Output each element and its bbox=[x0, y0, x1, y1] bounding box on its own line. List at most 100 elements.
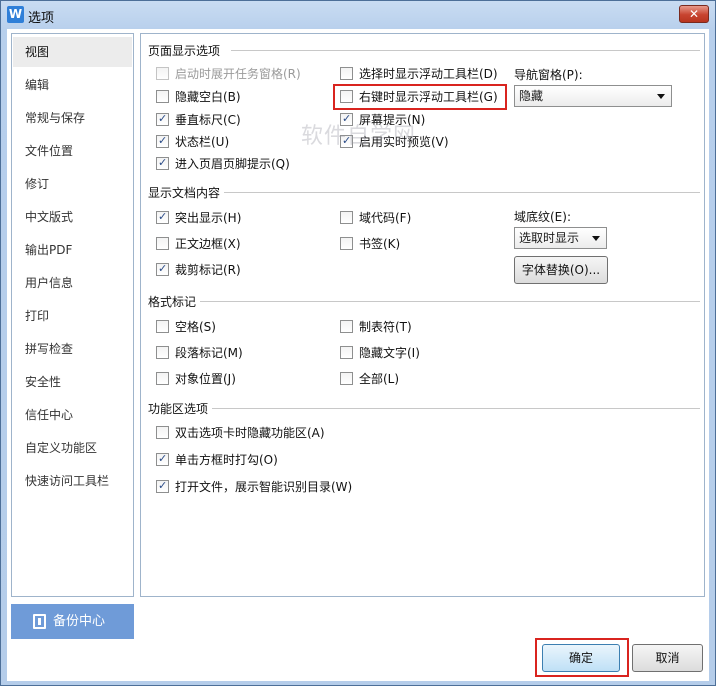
checkbox-bookmarks[interactable]: 书签(K) bbox=[340, 235, 400, 253]
checkbox-expand-task-pane[interactable]: 启动时展开任务窗格(R) bbox=[156, 65, 301, 83]
checkbox-smart-toc[interactable]: 打开文件，展示智能识别目录(W) bbox=[156, 477, 353, 496]
backup-center-button[interactable]: 备份中心 bbox=[11, 604, 134, 639]
backup-center-label: 备份中心 bbox=[53, 614, 106, 629]
checkbox-hide-whitespace[interactable]: 隐藏空白(B) bbox=[156, 88, 241, 106]
checkbox-box bbox=[156, 320, 169, 333]
option-label: 选择时显示浮动工具栏(D) bbox=[359, 67, 498, 81]
option-label: 全部(L) bbox=[359, 372, 400, 386]
option-label: 状态栏(U) bbox=[175, 135, 230, 149]
section-title-page-display: 页面显示选项 bbox=[148, 42, 225, 59]
ok-button[interactable]: 确定 bbox=[542, 644, 620, 672]
checkbox-text-boundaries[interactable]: 正文边框(X) bbox=[156, 235, 241, 253]
section-divider bbox=[221, 192, 700, 193]
backup-icon bbox=[33, 614, 46, 629]
sidebar-item-export-pdf[interactable]: 输出PDF bbox=[13, 235, 132, 265]
option-label: 突出显示(H) bbox=[175, 211, 242, 225]
checkbox-box bbox=[340, 346, 353, 359]
checkbox-object-anchors[interactable]: 对象位置(J) bbox=[156, 370, 236, 388]
cancel-button[interactable]: 取消 bbox=[632, 644, 703, 672]
section-divider bbox=[211, 408, 700, 409]
dialog-title: 选项 bbox=[28, 11, 55, 26]
option-label: 打开文件，展示智能识别目录(W) bbox=[175, 480, 353, 494]
sidebar-item-print[interactable]: 打印 bbox=[13, 301, 132, 331]
checkbox-box bbox=[340, 320, 353, 333]
sidebar-item-general-save[interactable]: 常规与保存 bbox=[13, 103, 132, 133]
options-dialog: W 选项 ✕ 视图 编辑 常规与保存 文件位置 修订 中文版式 输出PDF 用户… bbox=[0, 0, 716, 686]
option-label: 裁剪标记(R) bbox=[175, 263, 241, 277]
checkbox-box bbox=[156, 67, 169, 80]
checkbox-box-checked bbox=[156, 208, 169, 226]
category-sidebar: 视图 编辑 常规与保存 文件位置 修订 中文版式 输出PDF 用户信息 打印 拼… bbox=[11, 33, 134, 597]
section-divider bbox=[231, 50, 700, 51]
sidebar-item-view[interactable]: 视图 bbox=[13, 37, 132, 67]
nav-pane-select[interactable]: 隐藏 bbox=[514, 85, 672, 107]
option-label: 双击选项卡时隐藏功能区(A) bbox=[175, 426, 325, 440]
nav-pane-value: 隐藏 bbox=[519, 89, 544, 103]
checkbox-box bbox=[156, 426, 169, 439]
option-label: 正文边框(X) bbox=[175, 237, 241, 251]
option-label: 空格(S) bbox=[175, 320, 216, 334]
checkbox-box bbox=[340, 211, 353, 224]
checkbox-hidden-text[interactable]: 隐藏文字(I) bbox=[340, 344, 420, 362]
checkbox-vertical-ruler[interactable]: 垂直标尺(C) bbox=[156, 110, 241, 129]
sidebar-item-user-info[interactable]: 用户信息 bbox=[13, 268, 132, 298]
sidebar-item-quick-access-toolbar[interactable]: 快速访问工具栏 bbox=[13, 466, 132, 496]
settings-panel: 页面显示选项 启动时展开任务窗格(R) 隐藏空白(B) 垂直标尺(C) 状态栏(… bbox=[140, 33, 705, 597]
option-label: 书签(K) bbox=[359, 237, 401, 251]
field-shading-select[interactable]: 选取时显示 bbox=[514, 227, 607, 249]
sidebar-item-chinese-layout[interactable]: 中文版式 bbox=[13, 202, 132, 232]
checkbox-box-checked bbox=[156, 132, 169, 150]
checkbox-float-toolbar-select[interactable]: 选择时显示浮动工具栏(D) bbox=[340, 65, 498, 83]
option-label: 单击方框时打勾(O) bbox=[175, 453, 278, 467]
checkbox-paragraph-marks[interactable]: 段落标记(M) bbox=[156, 344, 243, 362]
option-label: 对象位置(J) bbox=[175, 372, 236, 386]
option-label: 垂直标尺(C) bbox=[175, 113, 241, 127]
red-highlight-box bbox=[333, 84, 507, 110]
checkbox-status-bar[interactable]: 状态栏(U) bbox=[156, 132, 230, 151]
option-label: 进入页眉页脚提示(Q) bbox=[175, 157, 290, 171]
checkbox-box-checked bbox=[156, 154, 169, 172]
option-label: 域代码(F) bbox=[359, 211, 412, 225]
sidebar-item-trust-center[interactable]: 信任中心 bbox=[13, 400, 132, 430]
checkbox-box-checked bbox=[156, 260, 169, 278]
watermark: 软件自学网 bbox=[301, 124, 417, 149]
checkbox-crop-marks[interactable]: 裁剪标记(R) bbox=[156, 260, 241, 279]
sidebar-item-security[interactable]: 安全性 bbox=[13, 367, 132, 397]
sidebar-item-edit[interactable]: 编辑 bbox=[13, 70, 132, 100]
sidebar-item-file-location[interactable]: 文件位置 bbox=[13, 136, 132, 166]
checkbox-field-codes[interactable]: 域代码(F) bbox=[340, 209, 411, 227]
checkbox-box-checked bbox=[156, 110, 169, 128]
checkbox-all-marks[interactable]: 全部(L) bbox=[340, 370, 399, 388]
checkbox-header-footer-hint[interactable]: 进入页眉页脚提示(Q) bbox=[156, 154, 290, 173]
sidebar-item-custom-ribbon[interactable]: 自定义功能区 bbox=[13, 433, 132, 463]
checkbox-box bbox=[340, 372, 353, 385]
checkbox-box bbox=[156, 372, 169, 385]
checkbox-box bbox=[156, 90, 169, 103]
checkbox-hide-ribbon-double-click[interactable]: 双击选项卡时隐藏功能区(A) bbox=[156, 424, 325, 442]
nav-pane-label: 导航窗格(P): bbox=[514, 68, 583, 82]
dropdown-arrow-icon bbox=[592, 236, 600, 241]
close-button[interactable]: ✕ bbox=[679, 5, 709, 23]
section-title-format-marks: 格式标记 bbox=[148, 293, 201, 310]
section-divider bbox=[199, 301, 700, 302]
title-bar[interactable]: W 选项 ✕ bbox=[1, 1, 715, 29]
checkbox-box bbox=[340, 67, 353, 80]
field-shading-value: 选取时显示 bbox=[519, 231, 580, 245]
option-label: 段落标记(M) bbox=[175, 346, 243, 360]
checkbox-highlight[interactable]: 突出显示(H) bbox=[156, 208, 242, 227]
checkbox-spaces[interactable]: 空格(S) bbox=[156, 318, 216, 336]
font-substitution-button[interactable]: 字体替换(O)... bbox=[514, 256, 608, 284]
checkbox-box bbox=[156, 237, 169, 250]
checkbox-click-to-check[interactable]: 单击方框时打勾(O) bbox=[156, 450, 278, 469]
checkbox-tab-characters[interactable]: 制表符(T) bbox=[340, 318, 412, 336]
section-title-ribbon: 功能区选项 bbox=[148, 400, 213, 417]
sidebar-item-spell-check[interactable]: 拼写检查 bbox=[13, 334, 132, 364]
option-label: 隐藏文字(I) bbox=[359, 346, 420, 360]
checkbox-box-checked bbox=[156, 450, 169, 468]
sidebar-item-revision[interactable]: 修订 bbox=[13, 169, 132, 199]
dialog-body: 视图 编辑 常规与保存 文件位置 修订 中文版式 输出PDF 用户信息 打印 拼… bbox=[7, 29, 709, 681]
option-label: 制表符(T) bbox=[359, 320, 412, 334]
field-shading-label: 域底纹(E): bbox=[514, 210, 571, 224]
dropdown-arrow-icon bbox=[657, 94, 665, 99]
checkbox-box bbox=[156, 346, 169, 359]
